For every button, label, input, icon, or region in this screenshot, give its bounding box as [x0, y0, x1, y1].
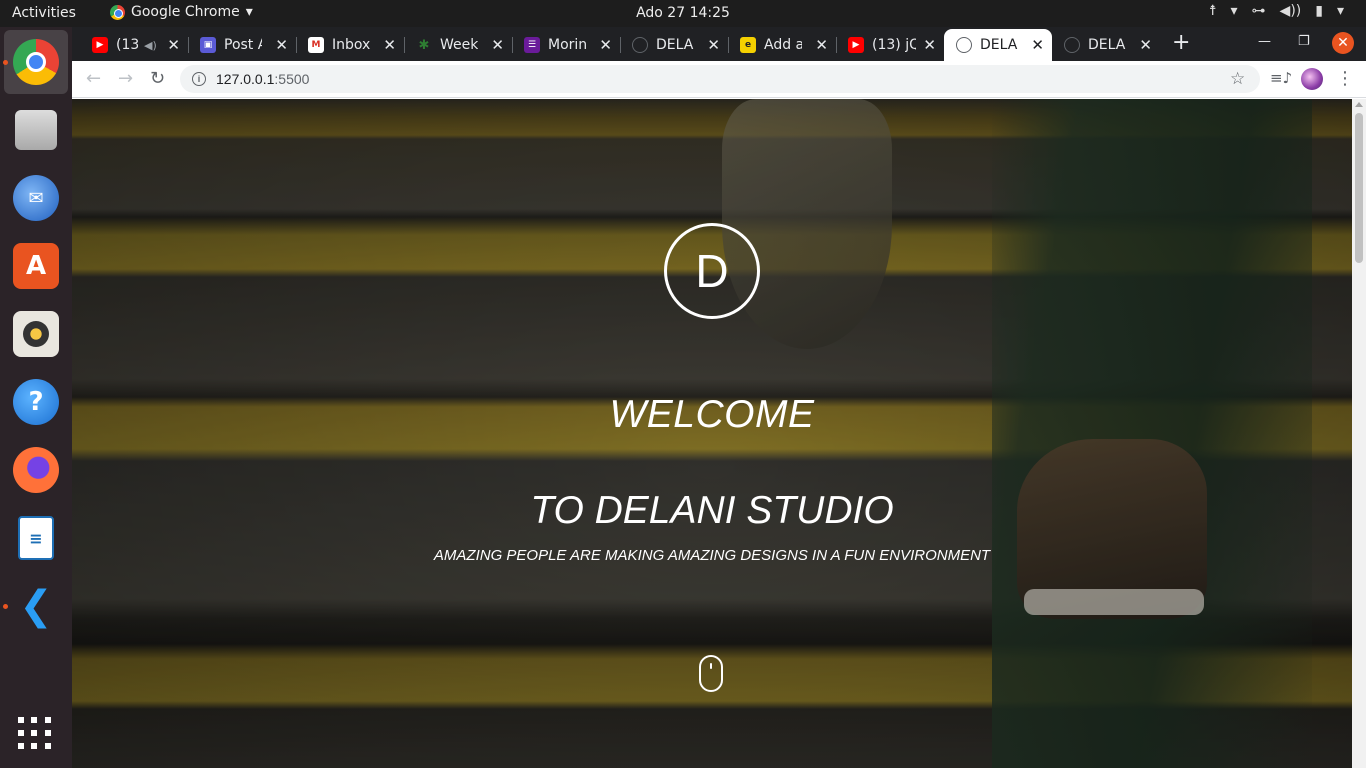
close-window-button[interactable]: ✕ — [1332, 32, 1354, 54]
files-icon — [15, 110, 57, 150]
studio-heading: TO DELANI STUDIO — [530, 489, 894, 532]
page-viewport: D WELCOME TO DELANI STUDIO AMAZING PEOPL… — [72, 99, 1366, 768]
battery-icon[interactable]: ▮ — [1315, 3, 1323, 19]
audio-icon: ◀) — [144, 38, 157, 52]
browser-toolbar: ← → ↻ i 127.0.0.1:5500 ☆ ≡♪ ⋮ — [72, 61, 1366, 98]
close-tab-icon[interactable]: ✕ — [1031, 36, 1044, 54]
close-tab-icon[interactable]: ✕ — [599, 36, 612, 54]
dock-item-rhythmbox[interactable] — [4, 302, 68, 366]
tagline: AMAZING PEOPLE ARE MAKING AMAZING DESIGN… — [433, 547, 991, 564]
youtube-icon: ▶ — [848, 37, 864, 53]
tab-post[interactable]: ▣ Post A ✕ — [188, 29, 296, 61]
running-indicator — [3, 604, 8, 609]
dock-item-firefox[interactable] — [4, 438, 68, 502]
new-tab-button[interactable]: + — [1172, 30, 1190, 55]
tab-delani-1[interactable]: DELAN ✕ — [620, 29, 728, 61]
chrome-window: ▶ (13 ◀) ✕ ▣ Post A ✕ M Inbox ✕ ✱ Week ✕… — [72, 27, 1366, 768]
chevron-down-icon: ▾ — [245, 4, 253, 20]
scroll-up-arrow[interactable] — [1355, 102, 1363, 107]
dock: ✉ A ? ≡ ❮ — [0, 27, 72, 768]
system-tray[interactable]: ☨ ▾ ⊶ ◀)) ▮ ▾ — [1209, 3, 1344, 19]
tab-youtube-2[interactable]: ▶ (13) jQ ✕ — [836, 29, 944, 61]
profile-avatar[interactable] — [1301, 68, 1323, 90]
address-bar[interactable]: i 127.0.0.1:5500 — [180, 65, 1260, 93]
help-icon: ? — [13, 379, 59, 425]
tab-add[interactable]: e Add a ✕ — [728, 29, 836, 61]
dock-item-vscode[interactable]: ❮ — [4, 574, 68, 638]
gmail-icon: M — [308, 37, 324, 53]
list-icon: ☰ — [524, 37, 540, 53]
forward-button[interactable]: → — [118, 68, 133, 89]
tab-moringa[interactable]: ☰ Moring ✕ — [512, 29, 620, 61]
palm-icon: ✱ — [418, 37, 430, 53]
youtube-icon: ▶ — [92, 37, 108, 53]
scroll-thumb[interactable] — [1355, 113, 1363, 263]
volume-icon[interactable]: ◀)) — [1280, 3, 1302, 19]
close-tab-icon[interactable]: ✕ — [383, 36, 396, 54]
running-indicator — [3, 60, 8, 65]
close-tab-icon[interactable]: ✕ — [707, 36, 720, 54]
close-tab-icon[interactable]: ✕ — [167, 36, 180, 54]
app-menu[interactable]: Google Chrome ▾ — [110, 4, 253, 20]
accessibility-icon[interactable]: ☨ — [1209, 3, 1217, 19]
tab-week[interactable]: ✱ Week ✕ — [404, 29, 512, 61]
close-tab-icon[interactable]: ✕ — [815, 36, 828, 54]
scroll-mouse-icon[interactable] — [699, 655, 723, 692]
logo-letter: D — [695, 245, 729, 297]
writer-icon: ≡ — [18, 516, 54, 560]
clock[interactable]: Ado 27 14:25 — [636, 5, 730, 21]
thunderbird-icon: ✉ — [13, 175, 59, 221]
show-applications-button[interactable] — [4, 701, 68, 765]
vscode-icon: ❮ — [19, 583, 53, 629]
tab-delani-3[interactable]: DELAN ✕ — [1052, 29, 1160, 61]
globe-icon — [632, 37, 648, 53]
chrome-icon — [13, 39, 59, 85]
close-tab-icon[interactable]: ✕ — [1139, 36, 1152, 54]
minimize-button[interactable]: — — [1258, 34, 1271, 49]
page-scrollbar[interactable] — [1352, 99, 1366, 768]
bookmark-star-icon[interactable]: ☆ — [1230, 69, 1245, 89]
url-host: 127.0.0.1 — [216, 71, 275, 87]
close-tab-icon[interactable]: ✕ — [275, 36, 288, 54]
chevron-down-icon: ▾ — [1336, 3, 1344, 19]
media-control-icon[interactable]: ≡♪ — [1270, 69, 1292, 87]
globe-icon — [956, 37, 972, 53]
maximize-button[interactable]: ❐ — [1298, 34, 1310, 49]
dock-item-software[interactable]: A — [4, 234, 68, 298]
dock-item-writer[interactable]: ≡ — [4, 506, 68, 570]
dock-item-thunderbird[interactable]: ✉ — [4, 166, 68, 230]
url-port: :5500 — [274, 71, 310, 87]
activities-button[interactable]: Activities — [12, 5, 76, 21]
dock-item-files[interactable] — [4, 98, 68, 162]
firefox-icon — [13, 447, 59, 493]
tab-delani-active[interactable]: DELAN ✕ — [944, 29, 1052, 61]
rhythmbox-icon — [13, 311, 59, 357]
dock-item-chrome[interactable] — [4, 30, 68, 94]
apps-grid-icon — [18, 715, 54, 751]
close-tab-icon[interactable]: ✕ — [491, 36, 504, 54]
dock-item-help[interactable]: ? — [4, 370, 68, 434]
back-button[interactable]: ← — [86, 68, 101, 89]
post-icon: ▣ — [200, 37, 216, 53]
chevron-down-icon: ▾ — [1230, 3, 1238, 19]
tab-strip: ▶ (13 ◀) ✕ ▣ Post A ✕ M Inbox ✕ ✱ Week ✕… — [72, 27, 1366, 61]
tab-youtube-1[interactable]: ▶ (13 ◀) ✕ — [80, 29, 188, 61]
reload-button[interactable]: ↻ — [150, 68, 165, 89]
close-tab-icon[interactable]: ✕ — [923, 36, 936, 54]
globe-icon — [1064, 37, 1080, 53]
menu-kebab-icon[interactable]: ⋮ — [1336, 68, 1354, 89]
e-icon: e — [740, 37, 756, 53]
site-info-icon[interactable]: i — [192, 72, 206, 86]
welcome-heading: WELCOME — [609, 393, 815, 436]
app-menu-label: Google Chrome — [131, 4, 240, 20]
gnome-top-bar: Activities Google Chrome ▾ Ado 27 14:25 … — [0, 0, 1366, 27]
tab-inbox[interactable]: M Inbox ✕ — [296, 29, 404, 61]
chrome-icon — [110, 4, 125, 20]
software-icon: A — [13, 243, 59, 289]
network-icon[interactable]: ⊶ — [1252, 3, 1266, 19]
delani-logo: D — [664, 223, 760, 319]
